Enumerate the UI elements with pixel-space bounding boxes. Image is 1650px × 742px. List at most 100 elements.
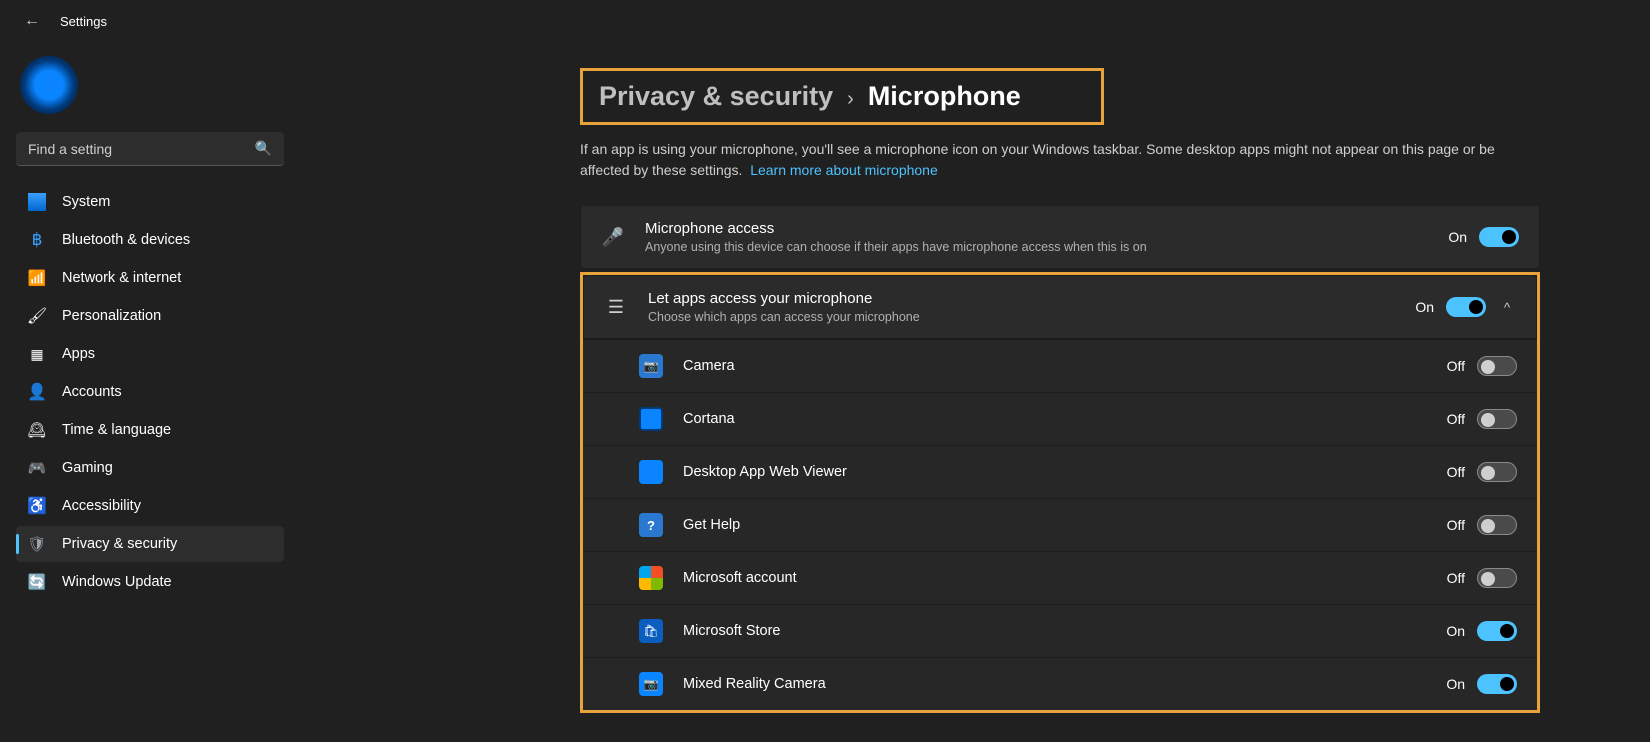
toggle-group: On ^ <box>1412 297 1516 317</box>
app-row: CameraOff <box>583 339 1537 392</box>
sidebar-item-accounts[interactable]: 👤 Accounts <box>16 374 284 410</box>
sidebar-item-personalization[interactable]: 🖌 Personalization <box>16 298 284 334</box>
sidebar-item-label: Personalization <box>62 308 161 324</box>
microphone-icon: 🎤 <box>601 227 625 248</box>
sync-icon: 🔄 <box>28 573 46 591</box>
sidebar-item-gaming[interactable]: 🎮 Gaming <box>16 450 284 486</box>
desktop-icon <box>639 460 663 484</box>
sidebar-item-label: Network & internet <box>62 270 181 286</box>
app-toggle[interactable] <box>1477 462 1517 482</box>
sidebar-item-label: Accounts <box>62 384 122 400</box>
app-name: Microsoft Store <box>683 623 1423 639</box>
app-toggle[interactable] <box>1477 568 1517 588</box>
app-row: Get Help Off <box>583 498 1537 551</box>
toggle-state-label: Off <box>1443 411 1465 427</box>
chevron-right-icon: › <box>847 88 854 111</box>
chevron-up-icon[interactable]: ^ <box>1498 300 1516 315</box>
toggle-group: Off <box>1443 568 1517 588</box>
app-name: Cortana <box>683 411 1423 427</box>
bluetooth-icon: ฿ <box>28 231 46 249</box>
paintbrush-icon: 🖌 <box>28 307 46 325</box>
toggle-state-label: Off <box>1443 358 1465 374</box>
app-toggle[interactable] <box>1477 621 1517 641</box>
app-toggle[interactable] <box>1477 356 1517 376</box>
sidebar-item-label: Gaming <box>62 460 113 476</box>
breadcrumb-current: Microphone <box>868 81 1021 112</box>
app-name: Microsoft account <box>683 570 1423 586</box>
app-row: Mixed Reality Camera On <box>583 657 1537 710</box>
sidebar-item-bluetooth[interactable]: ฿ Bluetooth & devices <box>16 222 284 258</box>
msacct-icon <box>639 566 663 590</box>
sidebar-item-label: Windows Update <box>62 574 172 590</box>
mixed-icon <box>639 672 663 696</box>
camera-icon <box>639 354 663 378</box>
sidebar-item-label: Apps <box>62 346 95 362</box>
learn-more-link[interactable]: Learn more about microphone <box>750 162 938 178</box>
shield-icon: 🛡 <box>28 535 46 553</box>
app-toggle[interactable] <box>1477 515 1517 535</box>
card-subtitle: Choose which apps can access your microp… <box>648 310 1392 324</box>
sidebar-item-network[interactable]: 📶 Network & internet <box>16 260 284 296</box>
microphone-access-toggle[interactable] <box>1479 227 1519 247</box>
sidebar-item-accessibility[interactable]: ♿ Accessibility <box>16 488 284 524</box>
toggle-group: Off <box>1443 515 1517 535</box>
apps-access-card[interactable]: ☰ Let apps access your microphone Choose… <box>583 275 1537 339</box>
search-icon: 🔍 <box>255 140 272 157</box>
toggle-group: Off <box>1443 462 1517 482</box>
gethelp-icon <box>639 513 663 537</box>
main-content: Privacy & security › Microphone If an ap… <box>300 38 1650 742</box>
toggle-state-label: Off <box>1443 570 1465 586</box>
app-row: Microsoft Store On <box>583 604 1537 657</box>
app-toggle[interactable] <box>1477 409 1517 429</box>
intro-body: If an app is using your microphone, you'… <box>580 141 1495 178</box>
sidebar-item-update[interactable]: 🔄 Windows Update <box>16 564 284 600</box>
sidebar-item-label: Privacy & security <box>62 536 177 552</box>
sidebar-item-time[interactable]: 🕰 Time & language <box>16 412 284 448</box>
avatar-container <box>16 48 284 128</box>
apps-access-toggle[interactable] <box>1446 297 1486 317</box>
search-box[interactable]: 🔍 <box>16 132 284 166</box>
store-icon <box>639 619 663 643</box>
sidebar-item-label: Bluetooth & devices <box>62 232 190 248</box>
sidebar-item-label: Accessibility <box>62 498 141 514</box>
app-name: Desktop App Web Viewer <box>683 464 1423 480</box>
person-icon: 👤 <box>28 383 46 401</box>
list-icon: ☰ <box>604 297 628 318</box>
toggle-group: On <box>1443 621 1517 641</box>
toggle-state-label: On <box>1445 229 1467 245</box>
back-arrow-icon[interactable]: ← <box>24 12 40 30</box>
wifi-icon: 📶 <box>28 269 46 287</box>
search-input[interactable] <box>28 141 255 157</box>
app-name: Get Help <box>683 517 1423 533</box>
toggle-state-label: Off <box>1443 464 1465 480</box>
breadcrumb: Privacy & security › Microphone <box>580 68 1104 125</box>
app-name: Mixed Reality Camera <box>683 676 1423 692</box>
app-list: CameraOffCortanaOffDesktop App Web Viewe… <box>580 339 1540 713</box>
window-title: Settings <box>60 14 107 29</box>
card-subtitle: Anyone using this device can choose if t… <box>645 240 1425 254</box>
apps-icon: ▦ <box>28 345 46 363</box>
toggle-state-label: On <box>1443 676 1465 692</box>
accessibility-icon: ♿ <box>28 497 46 515</box>
toggle-group: Off <box>1443 409 1517 429</box>
microphone-access-card: 🎤 Microphone access Anyone using this de… <box>580 205 1540 269</box>
toggle-state-label: Off <box>1443 517 1465 533</box>
cortana-icon <box>639 407 663 431</box>
sidebar-nav: System ฿ Bluetooth & devices 📶 Network &… <box>16 184 284 600</box>
app-toggle[interactable] <box>1477 674 1517 694</box>
sidebar-item-label: System <box>62 194 110 210</box>
toggle-group: On <box>1445 227 1519 247</box>
titlebar: ← Settings <box>0 0 1650 38</box>
sidebar-item-label: Time & language <box>62 422 171 438</box>
sidebar-item-privacy[interactable]: 🛡 Privacy & security <box>16 526 284 562</box>
app-row: Desktop App Web Viewer Off <box>583 445 1537 498</box>
app-row: Microsoft account Off <box>583 551 1537 604</box>
breadcrumb-parent[interactable]: Privacy & security <box>599 81 833 112</box>
toggle-group: On <box>1443 674 1517 694</box>
sidebar-item-apps[interactable]: ▦ Apps <box>16 336 284 372</box>
user-avatar[interactable] <box>20 56 78 114</box>
card-title: Let apps access your microphone <box>648 290 1392 307</box>
display-icon <box>28 193 46 211</box>
clock-icon: 🕰 <box>28 421 46 439</box>
sidebar-item-system[interactable]: System <box>16 184 284 220</box>
